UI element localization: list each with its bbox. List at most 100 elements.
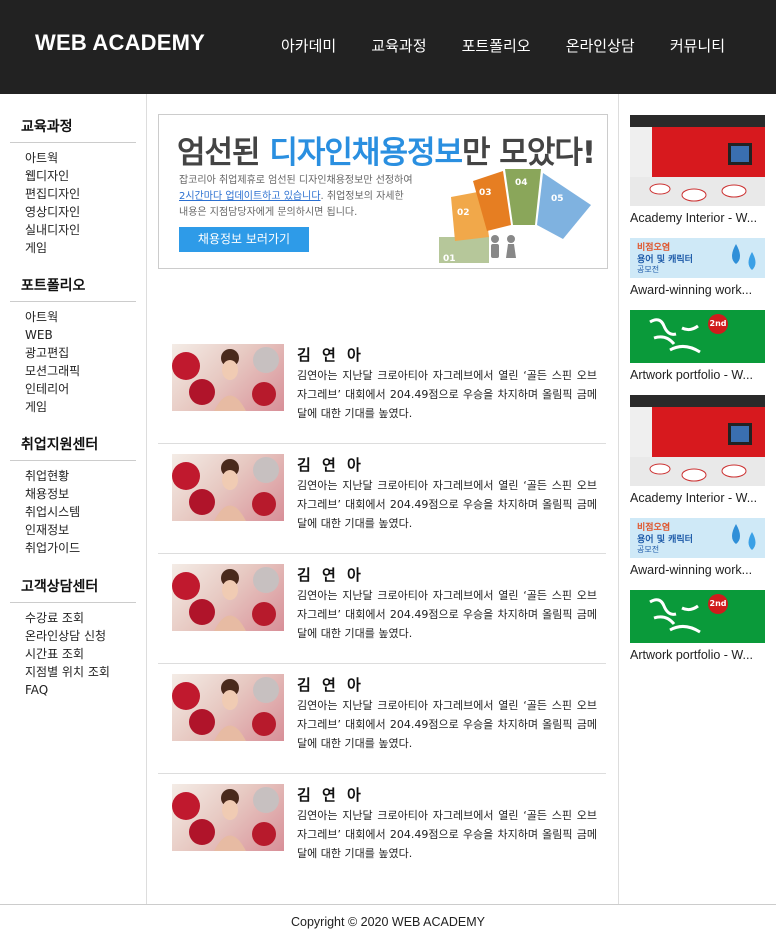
gallery-thumbnail[interactable] <box>630 395 765 486</box>
sidebar-item[interactable]: 아트웍 <box>25 308 136 326</box>
site-header: WEB ACADEMY 아카데미 교육과정 포트폴리오 온라인상담 커뮤니티 <box>0 0 776 94</box>
person-icon <box>507 235 515 243</box>
site-logo[interactable]: WEB ACADEMY <box>35 30 205 56</box>
award-badge: 2nd <box>708 314 728 334</box>
sidebar-group-portfolio: 포트폴리오 아트웍 WEB 광고편집 모션그래픽 인테리어 게임 <box>10 275 136 416</box>
article-thumbnail[interactable] <box>172 564 284 631</box>
article-title[interactable]: 김 연 아 <box>297 674 364 695</box>
gallery-thumbnail[interactable]: 2nd <box>630 310 765 363</box>
sidebar-item[interactable]: 인테리어 <box>25 380 136 398</box>
award-badge: 2nd <box>708 594 728 614</box>
article-item: 김 연 아 김연아는 지난달 크로아티아 자그레브에서 열린 ‘골든 스핀 오브… <box>158 554 606 664</box>
sidebar-item[interactable]: WEB <box>25 326 136 344</box>
left-sidebar: 교육과정 아트웍 웹디자인 편집디자인 영상디자인 실내디자인 게임 포트폴리오… <box>0 94 147 904</box>
article-title[interactable]: 김 연 아 <box>297 454 364 475</box>
banner-step-wedge <box>537 173 591 239</box>
article-item: 김 연 아 김연아는 지난달 크로아티아 자그레브에서 열린 ‘골든 스핀 오브… <box>158 444 606 554</box>
gallery-thumbnail[interactable]: 비점오염 용어 및 캐릭터 공모전 <box>630 518 765 558</box>
nav-item-courses[interactable]: 교육과정 <box>371 35 426 56</box>
sidebar-item[interactable]: 지점별 위치 조회 <box>25 663 136 681</box>
nav-item-portfolio[interactable]: 포트폴리오 <box>462 35 531 56</box>
sidebar-group-title: 교육과정 <box>10 116 136 143</box>
sidebar-item[interactable]: FAQ <box>25 681 136 699</box>
article-title[interactable]: 김 연 아 <box>297 564 364 585</box>
person-icon <box>491 244 499 258</box>
article-title[interactable]: 김 연 아 <box>297 784 364 805</box>
article-thumbnail[interactable] <box>172 674 284 741</box>
article-summary: 김연아는 지난달 크로아티아 자그레브에서 열린 ‘골든 스핀 오브 자그레브’… <box>297 369 597 420</box>
gallery-item: 2nd Artwork portfolio - W... <box>630 590 765 662</box>
recruit-banner[interactable]: 엄선된 디자인채용정보만 모았다! 잡코리아 취업제휴로 엄선된 디자인채용정보… <box>158 114 608 269</box>
gallery-thumbnail[interactable]: 비점오염 용어 및 캐릭터 공모전 <box>630 238 765 278</box>
sidebar-group-title: 고객상담센터 <box>10 576 136 603</box>
article-summary: 김연아는 지난달 크로아티아 자그레브에서 열린 ‘골든 스핀 오브 자그레브’… <box>297 479 597 530</box>
gallery-caption[interactable]: Academy Interior - W... <box>630 211 765 225</box>
banner-step-label: 04 <box>515 178 528 188</box>
banner-copy-line: 내용은 지점담당자에게 문의하시면 됩니다. <box>179 207 358 218</box>
article-item: 김 연 아 김연아는 지난달 크로아티아 자그레브에서 열린 ‘골든 스핀 오브… <box>158 334 606 444</box>
view-jobs-button[interactable]: 채용정보 보러가기 <box>179 227 309 252</box>
gallery-item: 2nd Artwork portfolio - W... <box>630 310 765 382</box>
nav-item-online-consult[interactable]: 온라인상담 <box>566 35 635 56</box>
article-summary: 김연아는 지난달 크로아티아 자그레브에서 열린 ‘골든 스핀 오브 자그레브’… <box>297 809 597 860</box>
gallery-caption[interactable]: Academy Interior - W... <box>630 491 765 505</box>
site-footer: Copyright © 2020 WEB ACADEMY <box>0 904 776 940</box>
right-gallery: Academy Interior - W... 비점오염 용어 및 캐릭터 공모… <box>618 94 776 904</box>
sidebar-item[interactable]: 취업가이드 <box>25 539 136 557</box>
sidebar-item[interactable]: 수강료 조회 <box>25 609 136 627</box>
gallery-item: Academy Interior - W... <box>630 395 765 505</box>
sidebar-item[interactable]: 웹디자인 <box>25 167 136 185</box>
gallery-caption[interactable]: Award-winning work... <box>630 563 765 577</box>
banner-step-label: 01 <box>443 254 456 264</box>
sidebar-item[interactable]: 게임 <box>25 398 136 416</box>
sidebar-item[interactable]: 시간표 조회 <box>25 645 136 663</box>
article-summary: 김연아는 지난달 크로아티아 자그레브에서 열린 ‘골든 스핀 오브 자그레브’… <box>297 699 597 750</box>
article-thumbnail[interactable] <box>172 454 284 521</box>
article-title[interactable]: 김 연 아 <box>297 344 364 365</box>
gallery-thumbnail[interactable]: 2nd <box>630 590 765 643</box>
gallery-caption[interactable]: Artwork portfolio - W... <box>630 648 765 662</box>
copyright-text: Copyright © 2020 WEB ACADEMY <box>290 915 485 929</box>
banner-copy-line: 잡코리아 취업제휴로 엄선된 디자인채용정보만 선정하여 <box>179 175 413 186</box>
banner-step-label: 03 <box>479 188 492 198</box>
banner-copy-rest: . 취업정보의 자세한 <box>320 191 404 202</box>
calligraphy-artwork <box>649 598 701 634</box>
nav-item-community[interactable]: 커뮤니티 <box>670 35 725 56</box>
sidebar-item[interactable]: 취업현황 <box>25 467 136 485</box>
banner-copy-link: 2시간마다 업데이트하고 있습니다 <box>179 191 321 202</box>
nav-item-academy[interactable]: 아카데미 <box>281 35 336 56</box>
banner-copy: 잡코리아 취업제휴로 엄선된 디자인채용정보만 선정하여 2시간마다 업데이트하… <box>179 173 439 221</box>
sidebar-item[interactable]: 모션그래픽 <box>25 362 136 380</box>
sidebar-item[interactable]: 온라인상담 신청 <box>25 627 136 645</box>
sidebar-item[interactable]: 광고편집 <box>25 344 136 362</box>
article-summary: 김연아는 지난달 크로아티아 자그레브에서 열린 ‘골든 스핀 오브 자그레브’… <box>297 589 597 640</box>
sidebar-group-title: 포트폴리오 <box>10 275 136 302</box>
sidebar-item[interactable]: 취업시스템 <box>25 503 136 521</box>
award-image-text: 공모전 <box>637 265 660 274</box>
article-list: 김 연 아 김연아는 지난달 크로아티아 자그레브에서 열린 ‘골든 스핀 오브… <box>158 334 606 884</box>
sidebar-item[interactable]: 영상디자인 <box>25 203 136 221</box>
sidebar-group-customer-center: 고객상담센터 수강료 조회 온라인상담 신청 시간표 조회 지점별 위치 조회 … <box>10 576 136 699</box>
main-nav: 아카데미 교육과정 포트폴리오 온라인상담 커뮤니티 <box>281 35 755 56</box>
water-drop-icon <box>732 524 756 550</box>
sidebar-item[interactable]: 아트웍 <box>25 149 136 167</box>
sidebar-item[interactable]: 게임 <box>25 239 136 257</box>
gallery-caption[interactable]: Award-winning work... <box>630 283 765 297</box>
sidebar-item[interactable]: 채용정보 <box>25 485 136 503</box>
banner-copy-line: 2시간마다 업데이트하고 있습니다. 취업정보의 자세한 <box>179 189 439 205</box>
article-thumbnail[interactable] <box>172 344 284 411</box>
article-thumbnail[interactable] <box>172 784 284 851</box>
banner-step-label: 05 <box>551 194 564 204</box>
sidebar-group-career-center: 취업지원센터 취업현황 채용정보 취업시스템 인재정보 취업가이드 <box>10 434 136 557</box>
sidebar-item[interactable]: 편집디자인 <box>25 185 136 203</box>
sidebar-item[interactable]: 인재정보 <box>25 521 136 539</box>
sidebar-item[interactable]: 실내디자인 <box>25 221 136 239</box>
gallery-item: 비점오염 용어 및 캐릭터 공모전 Award-winning work... <box>630 238 765 297</box>
banner-headline-pre: 엄선된 <box>177 135 270 171</box>
banner-steps-graphic: 01 02 03 04 05 <box>439 169 591 264</box>
calligraphy-artwork <box>649 318 701 354</box>
person-icon <box>506 244 516 258</box>
water-drop-icon <box>732 244 756 270</box>
gallery-thumbnail[interactable] <box>630 115 765 206</box>
gallery-caption[interactable]: Artwork portfolio - W... <box>630 368 765 382</box>
